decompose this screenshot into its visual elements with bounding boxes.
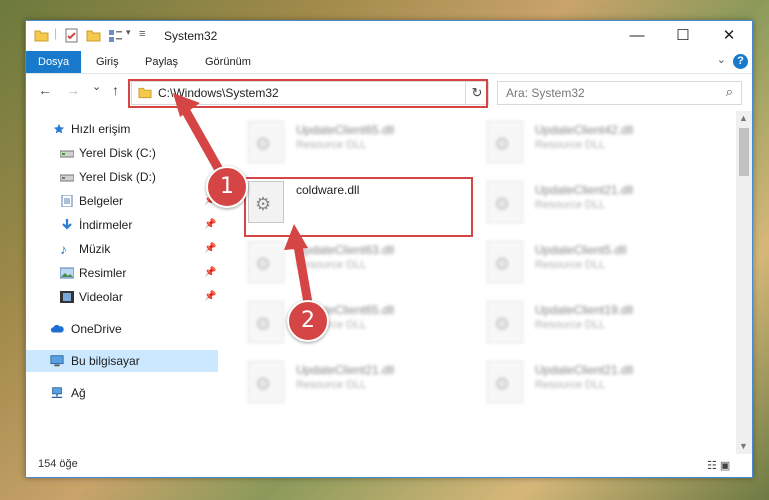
step-1-badge: 1 [206,166,248,208]
step-2-badge: 2 [287,300,329,342]
annotation-arrows [173,93,313,308]
arrow-to-address [173,93,227,180]
arrow-to-file [284,224,313,308]
